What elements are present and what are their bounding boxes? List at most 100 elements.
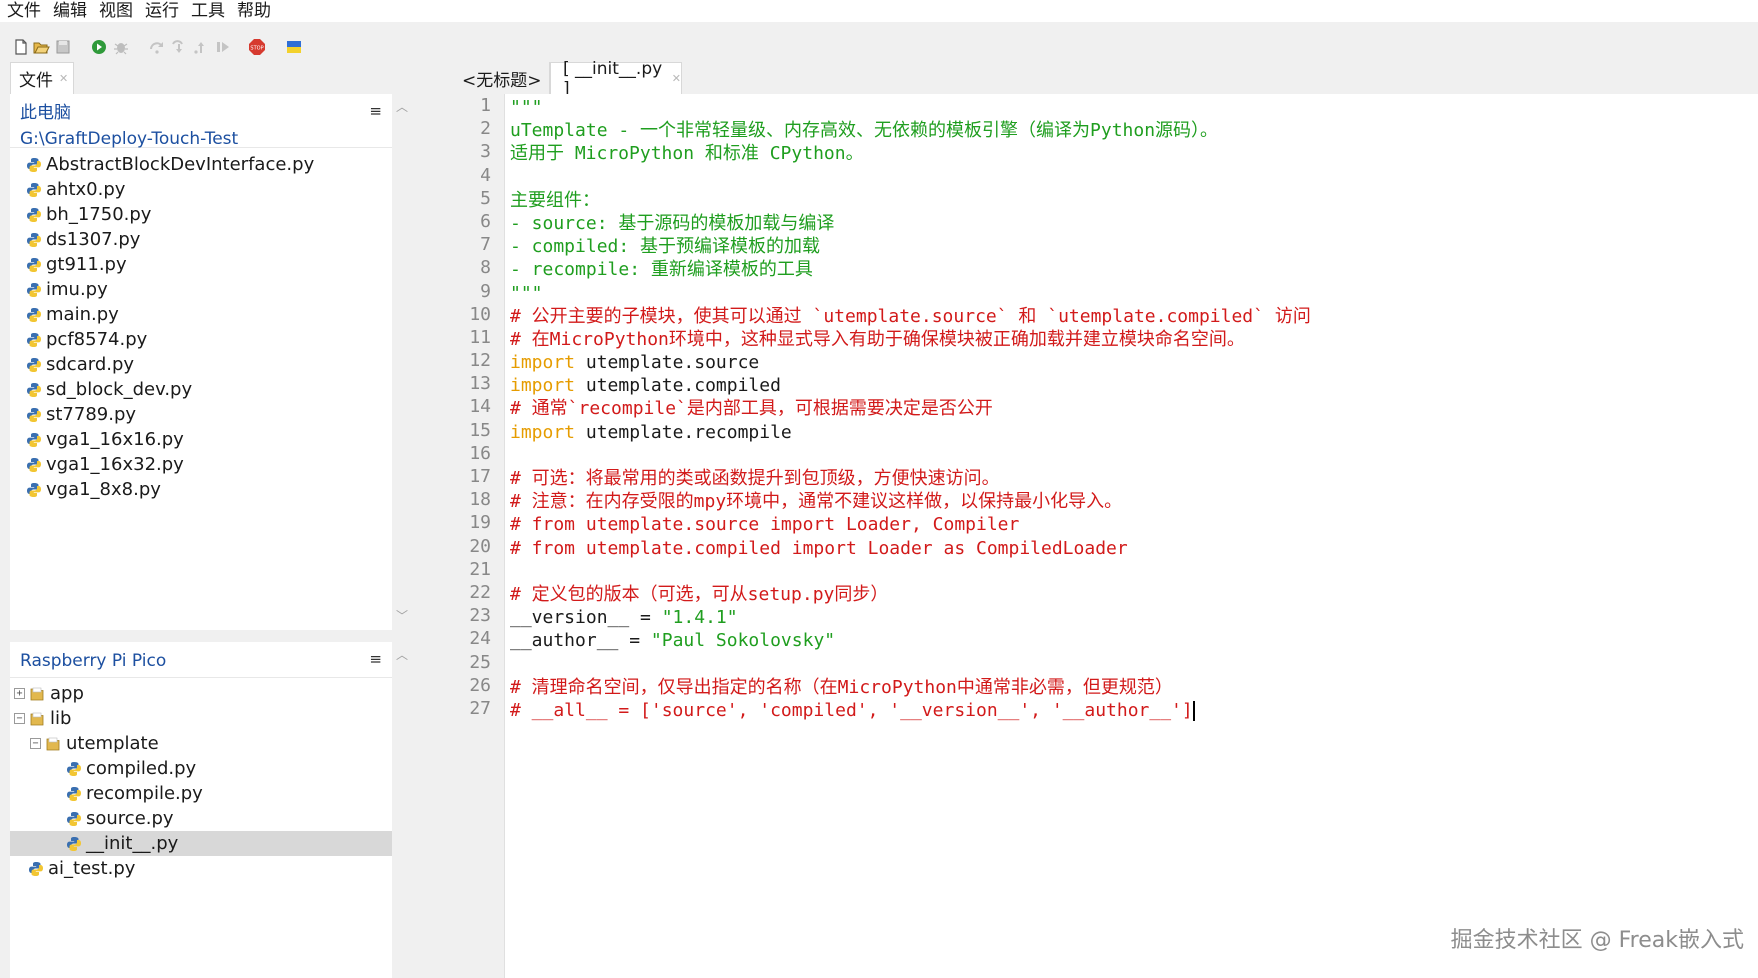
code-line[interactable]: import utemplate.compiled	[510, 374, 1758, 397]
code-line[interactable]: - source: 基于源码的模板加载与编译	[510, 212, 1758, 235]
code-line[interactable]: __version__ = "1.4.1"	[510, 606, 1758, 629]
folder-item[interactable]: − lib	[10, 706, 392, 731]
line-number: 15	[469, 419, 491, 441]
stop-icon[interactable]: STOP	[248, 38, 266, 56]
code-line[interactable]: 适用于 MicroPython 和标准 CPython。	[510, 142, 1758, 165]
step-into-icon[interactable]	[170, 38, 188, 56]
file-item[interactable]: gt911.py	[26, 252, 392, 277]
file-name: vga1_16x32.py	[46, 454, 184, 475]
file-item[interactable]: vga1_16x32.py	[26, 452, 392, 477]
code-line[interactable]: uTemplate - 一个非常轻量级、内存高效、无依赖的模板引擎（编译为Pyt…	[510, 119, 1758, 142]
scroll-up-icon[interactable]: ︿	[396, 98, 408, 115]
line-number: 11	[469, 326, 491, 348]
file-item[interactable]: compiled.py	[10, 756, 392, 781]
code-line[interactable]: - recompile: 重新编译模板的工具	[510, 258, 1758, 281]
file-item[interactable]: imu.py	[26, 277, 392, 302]
collapse-icon[interactable]: −	[14, 713, 25, 724]
code-line[interactable]: # 公开主要的子模块，使其可以通过 `utemplate.source` 和 `…	[510, 305, 1758, 328]
menu-tools[interactable]: 工具	[185, 0, 231, 22]
close-icon[interactable]: ✕	[59, 72, 68, 85]
scrollbar[interactable]: ︿ ﹀	[392, 94, 412, 630]
files-tree: 此电脑 G:\GraftDeploy-Touch-Test ≡ ︿ ﹀ Abst…	[10, 94, 412, 630]
file-item[interactable]: recompile.py	[10, 781, 392, 806]
current-path[interactable]: G:\GraftDeploy-Touch-Test	[20, 126, 402, 152]
scroll-up-icon[interactable]: ︿	[396, 646, 408, 663]
debug-icon[interactable]	[112, 38, 130, 56]
code-line[interactable]: # __all__ = ['source', 'compiled', '__ve…	[510, 699, 1758, 722]
file-item[interactable]: __init__.py	[10, 831, 392, 856]
line-number: 10	[469, 303, 491, 325]
code-line[interactable]: # 清理命名空间，仅导出指定的名称（在MicroPython中通常非必需，但更规…	[510, 676, 1758, 699]
code-line[interactable]	[510, 653, 1758, 676]
tab-files[interactable]: 文件 ✕	[10, 62, 74, 94]
file-item[interactable]: pcf8574.py	[26, 327, 392, 352]
code-line[interactable]: # from utemplate.source import Loader, C…	[510, 513, 1758, 536]
scroll-down-icon[interactable]: ﹀	[396, 607, 408, 624]
code-line[interactable]: # 在MicroPython环境中，这种显式导入有助于确保模块被正确加载并建立模…	[510, 328, 1758, 351]
panel-menu-icon[interactable]: ≡	[369, 98, 382, 124]
code-line[interactable]: # 可选：将最常用的类或函数提升到包顶级，方便快速访问。	[510, 467, 1758, 490]
menu-run[interactable]: 运行	[139, 0, 185, 22]
code-line[interactable]: import utemplate.recompile	[510, 421, 1758, 444]
code-line[interactable]: # 定义包的版本（可选，可从setup.py同步）	[510, 583, 1758, 606]
menu-file[interactable]: 文件	[0, 0, 47, 22]
folder-name: utemplate	[66, 733, 159, 754]
collapse-icon[interactable]: −	[30, 738, 41, 749]
tab-init-py[interactable]: [ __init__.py ] ✕	[550, 59, 682, 99]
step-over-icon[interactable]	[148, 38, 166, 56]
computer-label[interactable]: 此电脑	[20, 100, 402, 126]
file-name: ds1307.py	[46, 229, 141, 250]
code-line[interactable]: # from utemplate.compiled import Loader …	[510, 537, 1758, 560]
file-item[interactable]: ahtx0.py	[26, 177, 392, 202]
code-line[interactable]: """	[510, 282, 1758, 305]
file-item[interactable]: vga1_8x8.py	[26, 477, 392, 502]
code-text[interactable]: """ uTemplate - 一个非常轻量级、内存高效、无依赖的模板引擎（编译为…	[510, 96, 1758, 722]
menu-edit[interactable]: 编辑	[47, 0, 93, 22]
file-item[interactable]: ds1307.py	[26, 227, 392, 252]
folder-item[interactable]: + app	[10, 681, 392, 706]
file-item[interactable]: vga1_16x16.py	[26, 427, 392, 452]
file-item[interactable]: sd_block_dev.py	[26, 377, 392, 402]
python-file-icon	[26, 282, 46, 298]
panel-menu-icon[interactable]: ≡	[369, 646, 382, 672]
python-file-icon	[26, 157, 46, 173]
file-item[interactable]: main.py	[26, 302, 392, 327]
line-number: 12	[469, 350, 491, 372]
file-item[interactable]: st7789.py	[26, 402, 392, 427]
file-item[interactable]: sdcard.py	[26, 352, 392, 377]
scrollbar[interactable]: ︿	[392, 642, 412, 978]
code-line[interactable]: __author__ = "Paul Sokolovsky"	[510, 629, 1758, 652]
file-item[interactable]: AbstractBlockDevInterface.py	[26, 152, 392, 177]
code-line[interactable]: 主要组件：	[510, 189, 1758, 212]
python-file-icon	[26, 482, 46, 498]
file-item[interactable]: ai_test.py	[10, 856, 392, 881]
code-line[interactable]: import utemplate.source	[510, 351, 1758, 374]
flag-icon[interactable]	[285, 38, 303, 56]
code-line[interactable]: # 通常`recompile`是内部工具，可根据需要决定是否公开	[510, 397, 1758, 420]
resume-icon[interactable]	[214, 38, 232, 56]
save-icon[interactable]	[54, 38, 72, 56]
device-title[interactable]: Raspberry Pi Pico	[20, 648, 402, 674]
code-line[interactable]	[510, 166, 1758, 189]
open-folder-icon[interactable]	[32, 38, 50, 56]
run-icon[interactable]	[90, 38, 108, 56]
code-editor[interactable]: 1 2 3 4 5 6 7 8 9 10 11 12 13 14 15 16 17 18 19 20 21 22 23 24 2…	[448, 94, 1758, 978]
close-icon[interactable]: ✕	[672, 72, 681, 85]
new-file-icon[interactable]	[12, 38, 30, 56]
code-line[interactable]: """	[510, 96, 1758, 119]
expand-icon[interactable]: +	[14, 688, 25, 699]
file-item[interactable]: source.py	[10, 806, 392, 831]
tab-untitled-label: <无标题>	[462, 70, 542, 91]
folder-item[interactable]: − utemplate	[10, 731, 392, 756]
menu-view[interactable]: 视图	[93, 0, 139, 22]
code-line[interactable]: - compiled: 基于预编译模板的加载	[510, 235, 1758, 258]
code-line[interactable]	[510, 444, 1758, 467]
code-line[interactable]	[510, 560, 1758, 583]
text-cursor	[1192, 700, 1195, 721]
tab-untitled[interactable]: <无标题>	[450, 62, 550, 94]
file-item[interactable]: bh_1750.py	[26, 202, 392, 227]
code-line[interactable]: # 注意：在内存受限的mpy环境中，通常不建议这样做，以保持最小化导入。	[510, 490, 1758, 513]
step-out-icon[interactable]	[192, 38, 210, 56]
menu-help[interactable]: 帮助	[231, 0, 277, 22]
line-number: 27	[469, 697, 491, 719]
